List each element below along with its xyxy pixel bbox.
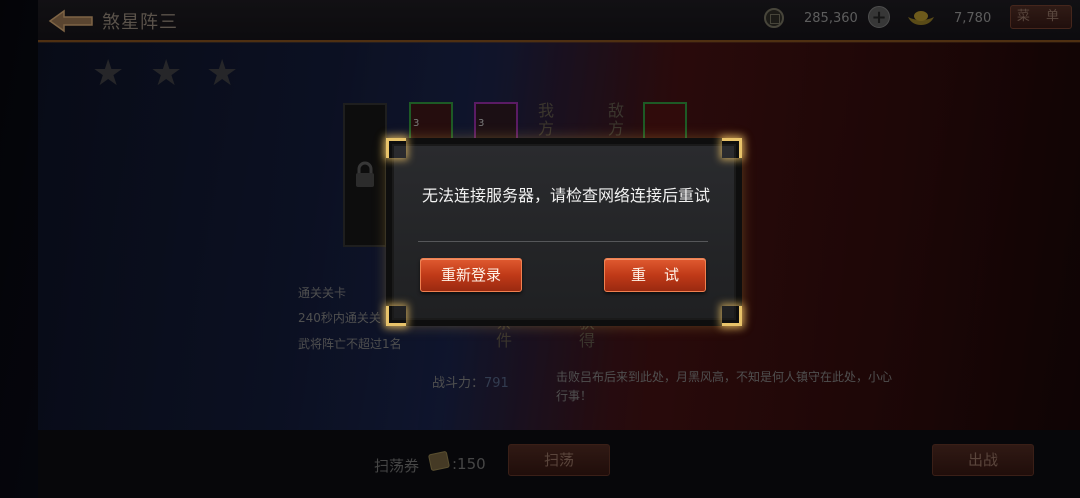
dialog-corner (386, 138, 406, 158)
dialog-corner (386, 306, 406, 326)
dialog-corner (722, 306, 742, 326)
dialog-message: 无法连接服务器，请检查网络连接后重试 (421, 186, 710, 205)
retry-button[interactable]: 重试 (604, 258, 706, 292)
relogin-button[interactable]: 重新登录 (420, 258, 522, 292)
connection-error-dialog: 无法连接服务器，请检查网络连接后重试 重新登录 重试 (386, 138, 742, 326)
dialog-corner (722, 138, 742, 158)
dialog-divider (418, 241, 708, 242)
